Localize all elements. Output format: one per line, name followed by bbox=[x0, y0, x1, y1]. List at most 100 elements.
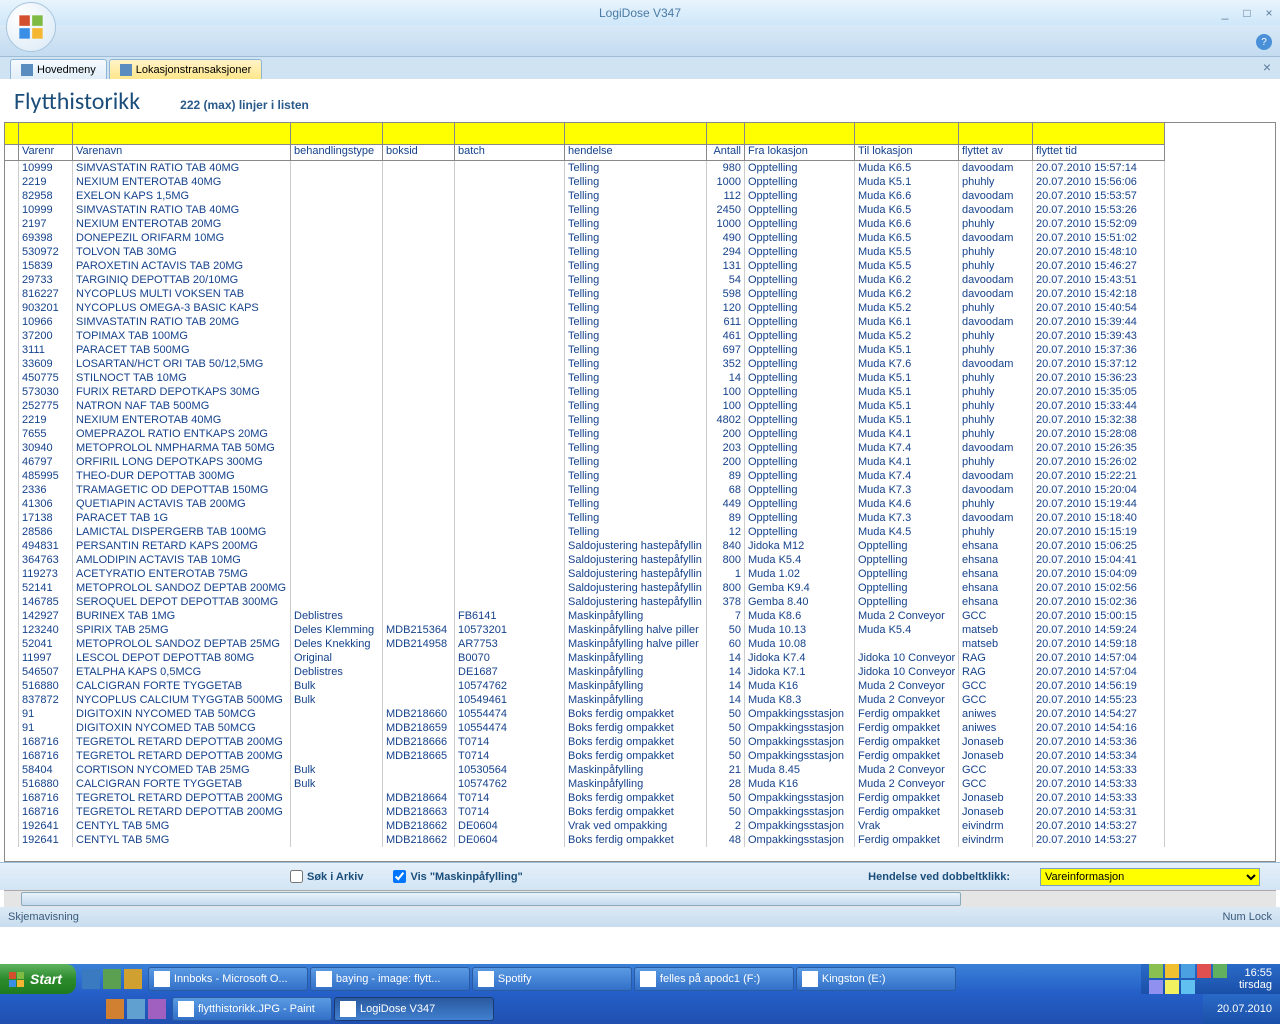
scrollbar-thumb[interactable] bbox=[21, 892, 961, 906]
tray-icons[interactable] bbox=[1149, 964, 1229, 994]
help-button[interactable]: ? bbox=[1256, 34, 1272, 50]
close-button[interactable]: × bbox=[1258, 4, 1280, 22]
table-row[interactable]: 33609LOSARTAN/HCT ORI TAB 50/12,5MGTelli… bbox=[5, 357, 1275, 371]
tab-hovedmeny[interactable]: Hovedmeny bbox=[10, 59, 107, 79]
table-row[interactable]: 41306QUETIAPIN ACTAVIS TAB 200MGTelling4… bbox=[5, 497, 1275, 511]
table-row[interactable]: 573030FURIX RETARD DEPOTKAPS 30MGTelling… bbox=[5, 385, 1275, 399]
header-row[interactable]: VarenrVarenavnbehandlingstypeboksidbatch… bbox=[5, 145, 1275, 161]
filter-row[interactable] bbox=[5, 123, 1275, 145]
horizontal-scrollbar[interactable] bbox=[4, 890, 1276, 907]
table-row[interactable]: 252775NATRON NAF TAB 500MGTelling100Oppt… bbox=[5, 399, 1275, 413]
filter-cell[interactable] bbox=[73, 123, 291, 145]
table-row[interactable]: 485995THEO-DUR DEPOTTAB 300MGTelling89Op… bbox=[5, 469, 1275, 483]
table-row[interactable]: 2336TRAMAGETIC OD DEPOTTAB 150MGTelling6… bbox=[5, 483, 1275, 497]
taskbar-button[interactable]: LogiDose V347 bbox=[334, 997, 494, 1021]
date[interactable]: 20.07.2010 bbox=[1211, 1003, 1272, 1015]
office-button[interactable] bbox=[6, 2, 56, 52]
table-row[interactable]: 168716TEGRETOL RETARD DEPOTTAB 200MGMDB2… bbox=[5, 735, 1275, 749]
filter-cell[interactable] bbox=[855, 123, 959, 145]
table-row[interactable]: 15839PAROXETIN ACTAVIS TAB 20MGTelling13… bbox=[5, 259, 1275, 273]
column-header[interactable]: Antall bbox=[707, 145, 745, 161]
explorer-icon[interactable] bbox=[124, 969, 142, 989]
table-row[interactable]: 7655OMEPRAZOL RATIO ENTKAPS 20MGTelling2… bbox=[5, 427, 1275, 441]
table-row[interactable]: 11997LESCOL DEPOT DEPOTTAB 80MGOriginalB… bbox=[5, 651, 1275, 665]
table-row[interactable]: 168716TEGRETOL RETARD DEPOTTAB 200MGMDB2… bbox=[5, 749, 1275, 763]
filter-cell[interactable] bbox=[455, 123, 565, 145]
filter-cell[interactable] bbox=[383, 123, 455, 145]
table-row[interactable]: 546507ETALPHA KAPS 0,5MCGDeblistresDE168… bbox=[5, 665, 1275, 679]
table-row[interactable]: 192641CENTYL TAB 5MGMDB218662DE0604Boks … bbox=[5, 833, 1275, 847]
app-icon[interactable] bbox=[106, 999, 124, 1019]
table-row[interactable]: 91DIGITOXIN NYCOMED TAB 50MCGMDB21865910… bbox=[5, 721, 1275, 735]
table-row[interactable]: 450775STILNOCT TAB 10MGTelling14Opptelli… bbox=[5, 371, 1275, 385]
table-row[interactable]: 494831PERSANTIN RETARD KAPS 200MGSaldoju… bbox=[5, 539, 1275, 553]
table-row[interactable]: 837872NYCOPLUS CALCIUM TYGGTAB 500MGBulk… bbox=[5, 693, 1275, 707]
table-row[interactable]: 2219NEXIUM ENTEROTAB 40MGTelling4802Oppt… bbox=[5, 413, 1275, 427]
table-row[interactable]: 168716TEGRETOL RETARD DEPOTTAB 200MGMDB2… bbox=[5, 791, 1275, 805]
quick-launch[interactable] bbox=[76, 969, 148, 989]
taskbar-button[interactable]: Innboks - Microsoft O... bbox=[148, 967, 308, 991]
table-row[interactable]: 364763AMLODIPIN ACTAVIS TAB 10MGSaldojus… bbox=[5, 553, 1275, 567]
table-row[interactable]: 28586LAMICTAL DISPERGERB TAB 100MGTellin… bbox=[5, 525, 1275, 539]
column-header[interactable]: behandlingstype bbox=[291, 145, 383, 161]
taskbar-button[interactable]: flytthistorikk.JPG - Paint bbox=[172, 997, 332, 1021]
tab-close-button[interactable]: × bbox=[1260, 60, 1274, 74]
filter-cell[interactable] bbox=[19, 123, 73, 145]
filter-cell[interactable] bbox=[959, 123, 1033, 145]
column-header[interactable]: Fra lokasjon bbox=[745, 145, 855, 161]
taskbar-button[interactable]: felles på apodc1 (F:) bbox=[634, 967, 794, 991]
table-row[interactable]: 17138PARACET TAB 1GTelling89OpptellingMu… bbox=[5, 511, 1275, 525]
table-row[interactable]: 530972TOLVON TAB 30MGTelling294Opptellin… bbox=[5, 245, 1275, 259]
table-row[interactable]: 2197NEXIUM ENTEROTAB 20MGTelling1000Oppt… bbox=[5, 217, 1275, 231]
table-row[interactable]: 29733TARGINIQ DEPOTTAB 20/10MGTelling54O… bbox=[5, 273, 1275, 287]
grid-body[interactable]: 10999SIMVASTATIN RATIO TAB 40MGTelling98… bbox=[5, 161, 1275, 861]
table-row[interactable]: 82958EXELON KAPS 1,5MGTelling112Opptelli… bbox=[5, 189, 1275, 203]
table-row[interactable]: 168716TEGRETOL RETARD DEPOTTAB 200MGMDB2… bbox=[5, 805, 1275, 819]
archive-checkbox[interactable]: Søk i Arkiv bbox=[290, 870, 363, 883]
dblclick-select[interactable]: Vareinformasjon bbox=[1040, 868, 1260, 886]
column-header[interactable]: Varenavn bbox=[73, 145, 291, 161]
app-icon[interactable] bbox=[148, 999, 166, 1019]
filter-cell[interactable] bbox=[5, 123, 19, 145]
taskbar-button[interactable]: baying - image: flytt... bbox=[310, 967, 470, 991]
quick-launch-2[interactable] bbox=[100, 999, 172, 1019]
table-row[interactable]: 516880CALCIGRAN FORTE TYGGETABBulk105747… bbox=[5, 679, 1275, 693]
taskbar-button[interactable]: Spotify bbox=[472, 967, 632, 991]
tab-lokasjonstransaksjoner[interactable]: Lokasjonstransaksjoner bbox=[109, 59, 263, 79]
table-row[interactable]: 91DIGITOXIN NYCOMED TAB 50MCGMDB21866010… bbox=[5, 707, 1275, 721]
table-row[interactable]: 30940METOPROLOL NMPHARMA TAB 50MGTelling… bbox=[5, 441, 1275, 455]
table-row[interactable]: 2219NEXIUM ENTEROTAB 40MGTelling1000Oppt… bbox=[5, 175, 1275, 189]
column-header[interactable]: batch bbox=[455, 145, 565, 161]
filter-cell[interactable] bbox=[707, 123, 745, 145]
restore-button[interactable]: □ bbox=[1236, 4, 1258, 22]
clock[interactable]: 16:55 tirsdag bbox=[1233, 967, 1272, 991]
desktop-icon[interactable] bbox=[103, 969, 121, 989]
filter-cell[interactable] bbox=[745, 123, 855, 145]
start-button[interactable]: Start bbox=[0, 964, 76, 994]
filter-cell[interactable] bbox=[1033, 123, 1165, 145]
column-header[interactable]: flyttet tid bbox=[1033, 145, 1165, 161]
table-row[interactable]: 3111PARACET TAB 500MGTelling697Opptellin… bbox=[5, 343, 1275, 357]
table-row[interactable]: 123240SPIRIX TAB 25MGDeles KlemmingMDB21… bbox=[5, 623, 1275, 637]
table-row[interactable]: 46797ORFIRIL LONG DEPOTKAPS 300MGTelling… bbox=[5, 455, 1275, 469]
ie-icon[interactable] bbox=[82, 969, 100, 989]
column-header[interactable]: boksid bbox=[383, 145, 455, 161]
minimize-button[interactable]: _ bbox=[1214, 4, 1236, 22]
table-row[interactable]: 146785SEROQUEL DEPOT DEPOTTAB 300MGSaldo… bbox=[5, 595, 1275, 609]
table-row[interactable]: 58404CORTISON NYCOMED TAB 25MGBulk105305… bbox=[5, 763, 1275, 777]
show-fill-checkbox[interactable]: Vis "Maskinpåfylling" bbox=[393, 870, 522, 883]
column-header[interactable]: Varenr bbox=[19, 145, 73, 161]
column-header[interactable]: flyttet av bbox=[959, 145, 1033, 161]
filter-cell[interactable] bbox=[565, 123, 707, 145]
table-row[interactable]: 516880CALCIGRAN FORTE TYGGETABBulk105747… bbox=[5, 777, 1275, 791]
table-row[interactable]: 69398DONEPEZIL ORIFARM 10MGTelling490Opp… bbox=[5, 231, 1275, 245]
column-header[interactable] bbox=[5, 145, 19, 161]
filter-cell[interactable] bbox=[291, 123, 383, 145]
table-row[interactable]: 142927BURINEX TAB 1MGDeblistresFB6141Mas… bbox=[5, 609, 1275, 623]
table-row[interactable]: 52041METOPROLOL SANDOZ DEPTAB 25MGDeles … bbox=[5, 637, 1275, 651]
column-header[interactable]: Til lokasjon bbox=[855, 145, 959, 161]
table-row[interactable]: 10999SIMVASTATIN RATIO TAB 40MGTelling98… bbox=[5, 161, 1275, 175]
app-icon[interactable] bbox=[127, 999, 145, 1019]
taskbar-button[interactable]: Kingston (E:) bbox=[796, 967, 956, 991]
table-row[interactable]: 37200TOPIMAX TAB 100MGTelling461Opptelli… bbox=[5, 329, 1275, 343]
